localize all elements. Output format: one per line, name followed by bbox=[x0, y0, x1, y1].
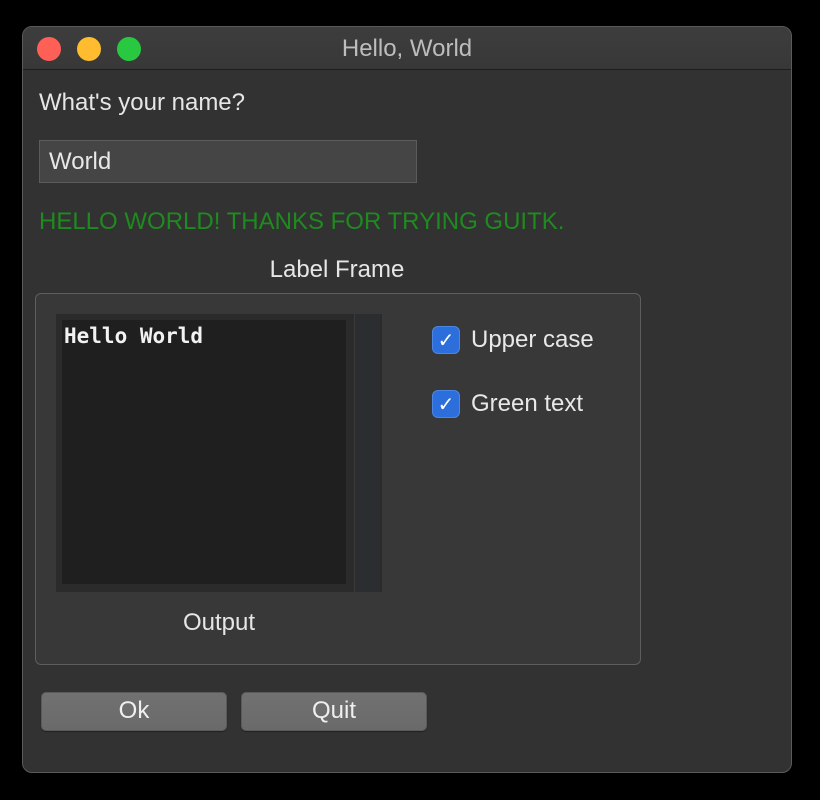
upper-case-label: Upper case bbox=[471, 326, 594, 353]
output-scrollbar[interactable] bbox=[354, 314, 380, 592]
label-frame: Hello World Output ✓ Upper case ✓ Green … bbox=[35, 293, 641, 665]
greeting-label: HELLO WORLD! THANKS FOR TRYING GUITK. bbox=[39, 208, 565, 235]
green-text-label: Green text bbox=[471, 390, 584, 417]
app-window: Hello, World What's your name? HELLO WOR… bbox=[22, 26, 792, 773]
label-frame-title: Label Frame bbox=[269, 256, 405, 283]
check-icon: ✓ bbox=[437, 328, 455, 352]
window-title: Hello, World bbox=[341, 35, 473, 62]
green-text-checkbox[interactable]: ✓ bbox=[432, 390, 460, 418]
quit-button[interactable]: Quit bbox=[241, 692, 427, 731]
output-label: Output bbox=[182, 609, 256, 636]
green-text-option[interactable]: ✓ Green text bbox=[432, 390, 583, 418]
check-icon: ✓ bbox=[437, 392, 455, 416]
output-text-area[interactable]: Hello World bbox=[62, 320, 346, 584]
ok-button[interactable]: Ok bbox=[41, 692, 227, 731]
upper-case-checkbox[interactable]: ✓ bbox=[432, 326, 460, 354]
output-text-container: Hello World bbox=[56, 314, 382, 592]
title-bar[interactable]: Hello, World bbox=[23, 27, 791, 70]
name-input[interactable] bbox=[39, 140, 417, 183]
name-prompt-label: What's your name? bbox=[39, 89, 246, 116]
upper-case-option[interactable]: ✓ Upper case bbox=[432, 326, 594, 354]
